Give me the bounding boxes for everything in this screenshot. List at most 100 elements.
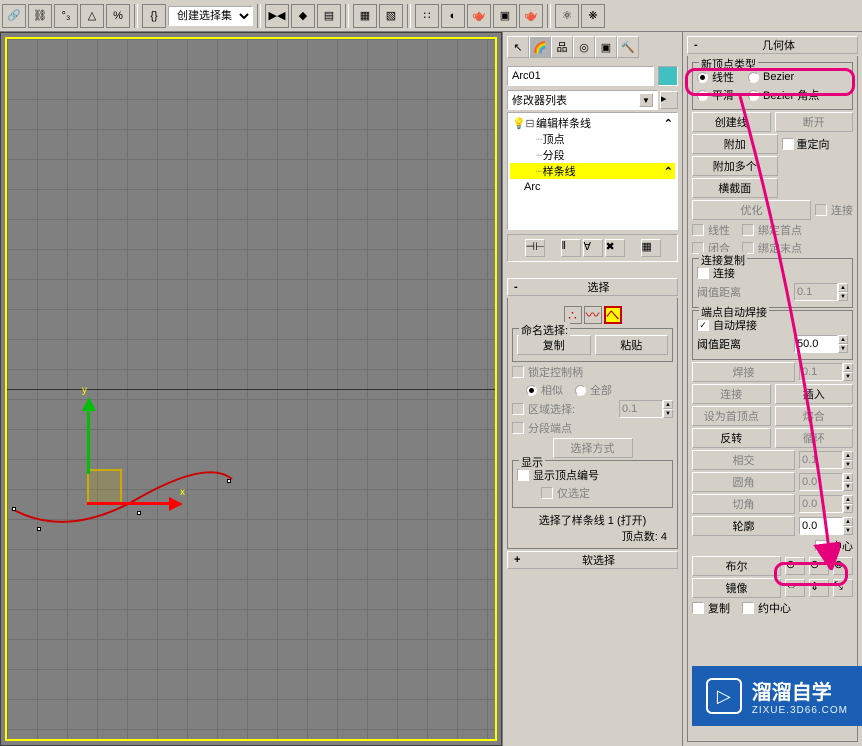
rollout-soft-selection[interactable]: + 软选择	[507, 551, 678, 569]
center-checkbox[interactable]	[815, 540, 827, 552]
tab-utilities-icon[interactable]: 🔨	[617, 36, 639, 58]
separator	[134, 4, 138, 28]
tab-display-icon[interactable]: ▣	[595, 36, 617, 58]
outline-value[interactable]: 0.0	[799, 517, 843, 535]
stack-item-edit-spline[interactable]: 💡 ⊟ 编辑样条线 ⌃	[510, 115, 675, 131]
play-icon: ▷	[706, 678, 742, 714]
tool-render-frame-icon[interactable]: ▣	[493, 4, 517, 28]
x-axis[interactable]	[87, 502, 177, 505]
copy-button[interactable]: 复制	[517, 335, 591, 355]
about-center-checkbox[interactable]	[742, 602, 754, 614]
threshold-label: 阈值距离	[697, 284, 741, 300]
threshold2-value[interactable]: 50.0	[794, 335, 838, 353]
tool-angle-icon[interactable]: △	[80, 4, 104, 28]
vertex-point[interactable]	[37, 527, 41, 531]
tool-align-icon[interactable]: ◆	[291, 4, 315, 28]
tab-create-icon[interactable]: ↖	[507, 36, 529, 58]
stack-sub-vertex[interactable]: ┈ 顶点	[510, 131, 675, 147]
tool-schematic-icon[interactable]: ∷	[415, 4, 439, 28]
rollout-selection[interactable]: - 选择	[507, 278, 678, 296]
all-radio	[575, 385, 586, 396]
viewport[interactable]: x y	[0, 32, 502, 746]
vertex-point[interactable]	[137, 511, 141, 515]
area-select-label: 区域选择:	[528, 401, 575, 417]
top-toolbar: 🔗 ⛓ °₃ △ % {} 创建选择集 ▶◀ ◆ ▤ ▦ ▧ ∷ ◐ 🫖 ▣ 🫖…	[0, 0, 862, 32]
modifier-stack[interactable]: 💡 ⊟ 编辑样条线 ⌃ ┈ 顶点 ┈ 分段 ┈	[507, 112, 678, 230]
connect2-checkbox[interactable]	[697, 267, 709, 279]
mirror-b-icon[interactable]: ⤡	[833, 579, 853, 597]
tool-layer-icon[interactable]: ▤	[317, 4, 341, 28]
tab-motion-icon[interactable]: ◎	[573, 36, 595, 58]
separator	[547, 4, 551, 28]
bezier-corner-radio[interactable]	[748, 90, 759, 101]
tool-reactor2-icon[interactable]: ❋	[581, 4, 605, 28]
stack-sub-segment[interactable]: ┈ 分段	[510, 147, 675, 163]
stack-base-arc[interactable]: Arc	[510, 179, 675, 195]
selection-set-dropdown[interactable]: 创建选择集	[168, 6, 253, 26]
tool-link-icon[interactable]: 🔗	[2, 4, 26, 28]
object-name-field[interactable]: Arc01	[507, 66, 654, 86]
y-label: y	[82, 385, 87, 396]
copy2-checkbox[interactable]	[692, 602, 704, 614]
tool-percent-icon[interactable]: %	[106, 4, 130, 28]
configure-sets-icon[interactable]: ▦	[641, 239, 661, 257]
linear-radio[interactable]	[697, 72, 708, 83]
create-line-button[interactable]: 创建线	[692, 112, 771, 132]
tool-mirror-icon[interactable]: ▶◀	[265, 4, 289, 28]
segment-mode-icon[interactable]: 〰	[584, 306, 602, 324]
stack-sub-spline[interactable]: ┈ 样条线 ⌃	[510, 163, 675, 179]
tool-constraint-icon[interactable]: °₃	[54, 4, 78, 28]
spline-mode-icon[interactable]: へ	[604, 306, 622, 324]
spinner-icon[interactable]: ▲▼	[843, 517, 853, 535]
reverse-button[interactable]: 反转	[692, 428, 771, 448]
object-color-swatch[interactable]	[658, 66, 678, 86]
tab-modify-icon[interactable]: 🌈	[529, 36, 551, 58]
tool-curve-editor-icon[interactable]: ▦	[353, 4, 377, 28]
attach-button[interactable]: 附加	[692, 134, 778, 154]
tool-material-icon[interactable]: ◐	[441, 4, 465, 28]
remove-mod-icon[interactable]: ✖	[605, 239, 625, 257]
smooth-radio[interactable]	[697, 90, 708, 101]
auto-weld-checkbox[interactable]	[697, 319, 709, 331]
pin-stack-icon[interactable]: ⊣⊢	[525, 239, 545, 257]
tool-render-icon[interactable]: 🫖	[519, 4, 543, 28]
gizmo-box[interactable]	[87, 469, 122, 504]
expand-icon[interactable]: ⌃	[664, 165, 673, 178]
expand-icon[interactable]: ⌃	[664, 117, 673, 130]
reorient-checkbox[interactable]	[782, 138, 794, 150]
vertex-point[interactable]	[12, 507, 16, 511]
show-end-icon[interactable]: ‖	[561, 239, 581, 257]
rollout-geometry[interactable]: - 几何体	[687, 36, 858, 54]
bool-union-icon[interactable]: ⊙	[785, 557, 805, 575]
bool-int-icon[interactable]: ⊗	[833, 557, 853, 575]
tool-brackets-icon[interactable]: {}	[142, 4, 166, 28]
bezier-radio[interactable]	[748, 72, 759, 83]
insert-button[interactable]: 插入	[775, 384, 854, 404]
spinner-icon[interactable]: ▲▼	[838, 335, 848, 353]
make-unique-icon[interactable]: ∀	[583, 239, 603, 257]
modifier-sets-button[interactable]: ▸	[660, 91, 678, 109]
bool-sub-icon[interactable]: ⊖	[809, 557, 829, 575]
spline-curve[interactable]	[7, 439, 247, 539]
optimize-button: 优化	[692, 200, 811, 220]
vertex-point[interactable]	[227, 479, 231, 483]
boolean-button[interactable]: 布尔	[692, 556, 781, 576]
collapse-icon[interactable]: ⊟	[524, 117, 536, 130]
mirror-button[interactable]: 镜像	[692, 578, 781, 598]
y-axis[interactable]	[87, 404, 90, 474]
paste-button[interactable]: 粘贴	[595, 335, 669, 355]
tool-reactor-icon[interactable]: ⚛	[555, 4, 579, 28]
attach-mult-button[interactable]: 附加多个	[692, 156, 778, 176]
show-vertex-num-checkbox[interactable]	[517, 469, 529, 481]
cross-section-button[interactable]: 横截面	[692, 178, 778, 198]
mirror-v-icon[interactable]: ⇕	[809, 579, 829, 597]
tool-dope-icon[interactable]: ▧	[379, 4, 403, 28]
threshold2-label: 阈值距离	[697, 336, 741, 352]
tab-hierarchy-icon[interactable]: 品	[551, 36, 573, 58]
segment-end-label: 分段端点	[528, 420, 572, 436]
mirror-h-icon[interactable]: ⇔	[785, 579, 805, 597]
tool-render-setup-icon[interactable]: 🫖	[467, 4, 491, 28]
modifier-list-dropdown[interactable]: 修改器列表 ▼	[507, 90, 658, 110]
outline-button[interactable]: 轮廓	[692, 516, 795, 536]
tool-unlink-icon[interactable]: ⛓	[28, 4, 52, 28]
